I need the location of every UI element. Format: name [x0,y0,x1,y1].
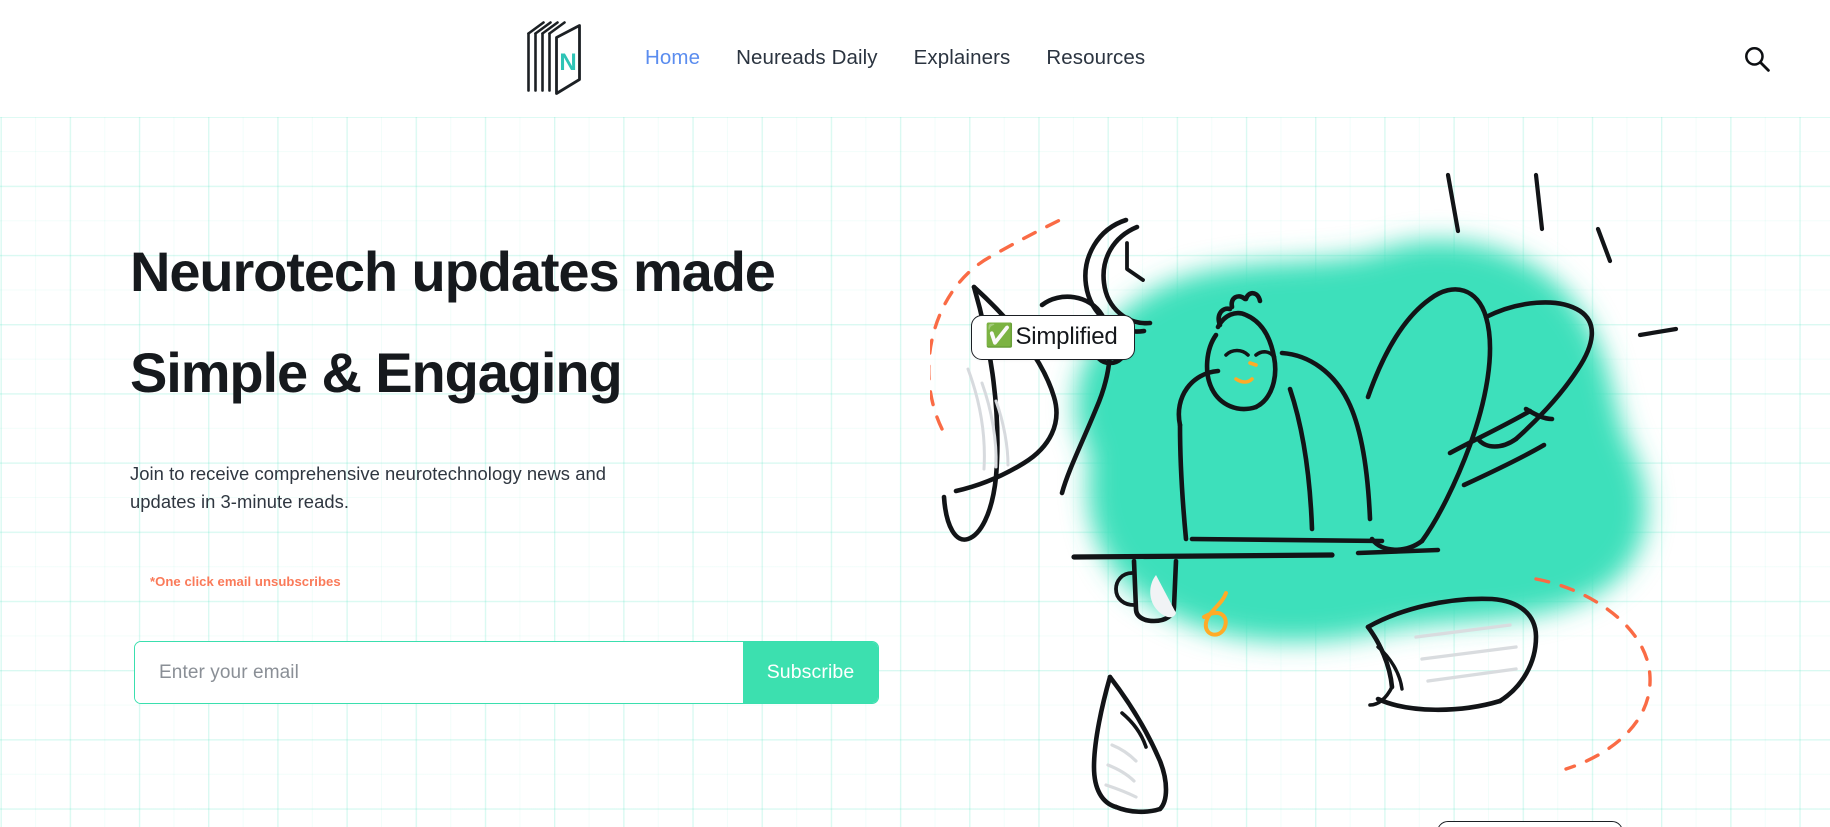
hero-copy: Neurotech updates made Simple & Engaging… [130,243,920,516]
paper-sheet-bottom [1091,674,1169,815]
neureads-book-logo-icon: N [527,21,581,95]
badge-simplified: ✅ Simplified [971,315,1135,360]
hero-illustration [930,157,1720,817]
hero-headline-line-1: Neurotech updates made [130,240,776,303]
badge-3-min-reads: 🕐 3-min reads [1437,821,1623,827]
brand-logo[interactable]: N [524,17,586,97]
badge-simplified-label: Simplified [1015,323,1118,350]
hero-headline-line-2: Simple & Engaging [130,341,623,405]
check-mark-icon: ✅ [985,323,1014,350]
paper-sheet-left-lines [966,367,1010,471]
document-text-lines [1414,623,1518,683]
search-icon [1745,47,1770,72]
subscribe-button[interactable]: Subscribe [743,642,878,703]
nav-link-neureads-daily[interactable]: Neureads Daily [736,38,878,79]
nav-link-home[interactable]: Home [645,38,700,79]
landing-page: N Home Neureads Daily Explainers Resourc… [0,0,1830,827]
hero-section: Neurotech updates made Simple & Engaging… [0,117,1830,827]
hero-subcopy: Join to receive comprehensive neurotechn… [130,463,607,513]
nav-link-explainers[interactable]: Explainers [914,38,1011,79]
site-header: N Home Neureads Daily Explainers Resourc… [0,0,1830,117]
desk-line [1071,552,1335,560]
unsubscribe-note: *One click email unsubscribes [150,574,341,589]
subscribe-form: Subscribe [134,641,879,704]
search-button[interactable] [1736,38,1778,80]
nav-link-resources[interactable]: Resources [1046,38,1145,79]
email-input[interactable] [135,642,743,703]
paper-sheet-bottom-lines [1104,743,1138,799]
main-navigation: Home Neureads Daily Explainers Resources [645,0,1145,117]
svg-text:N: N [559,49,576,76]
header-inner: N Home Neureads Daily Explainers Resourc… [0,0,1830,117]
